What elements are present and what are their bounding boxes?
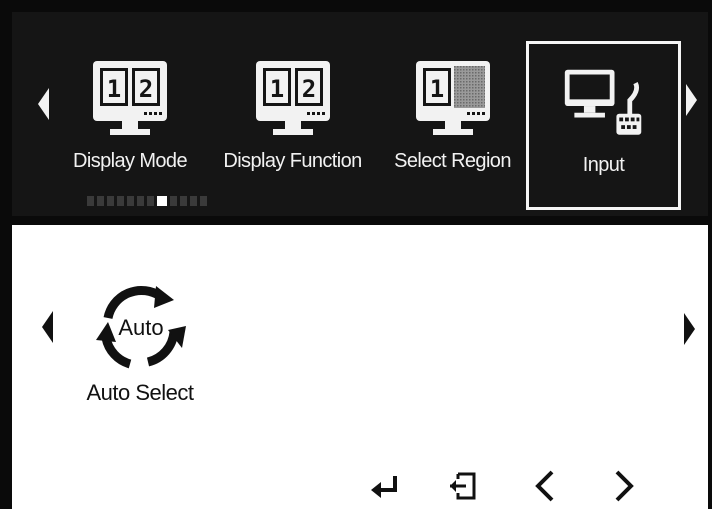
menu-item-input[interactable]: Input [526,41,681,210]
menu-item-label: Input [582,154,625,176]
menu-item-label: Display Mode [73,150,188,172]
enter-icon[interactable] [365,466,405,506]
menu-scroll-right-icon[interactable] [686,84,697,116]
svg-text:1: 1 [429,75,443,103]
page-dot [97,196,104,206]
page-dot [127,196,134,206]
page-dot [137,196,144,206]
page-dot [107,196,114,206]
menu-item-select-region[interactable]: 1 Select Region [380,49,525,189]
svg-text:1: 1 [269,75,283,103]
previous-icon[interactable] [526,466,566,506]
option-label: Auto Select [86,380,194,405]
page-dot [87,196,94,206]
svg-text:2: 2 [139,75,153,103]
split-screen-12-icon: 1 2 [93,61,167,135]
submenu-scroll-right-icon[interactable] [684,313,695,345]
svg-text:2: 2 [301,75,315,103]
page-dot [180,196,187,206]
submenu-scroll-left-icon[interactable] [42,311,53,343]
menu-item-label: Display Function [223,150,362,172]
svg-text:1: 1 [107,75,121,103]
menu-item-display-function[interactable]: 1 2 Display Function [210,49,375,189]
exit-icon[interactable] [444,466,484,506]
computer-input-icon [564,69,641,135]
split-screen-12-icon: 1 2 [255,61,330,135]
option-auto-select[interactable]: Auto Auto Select [60,282,220,406]
next-icon[interactable] [603,466,643,506]
page-dot [117,196,124,206]
menu-divider [12,216,708,225]
page-dot [200,196,207,206]
auto-cycle-icon: Auto [96,285,186,369]
menu-scroll-left-icon[interactable] [38,88,49,120]
menu-page-indicator [87,196,207,208]
menu-item-display-mode[interactable]: 1 2 Display Mode [55,49,205,189]
menu-item-label: Select Region [394,150,511,172]
page-dot [170,196,177,206]
page-dot [190,196,197,206]
page-dot [157,196,167,206]
select-region-icon: 1 [415,61,490,135]
control-bar [360,466,660,506]
page-dot [147,196,154,206]
svg-text:Auto: Auto [118,315,163,340]
